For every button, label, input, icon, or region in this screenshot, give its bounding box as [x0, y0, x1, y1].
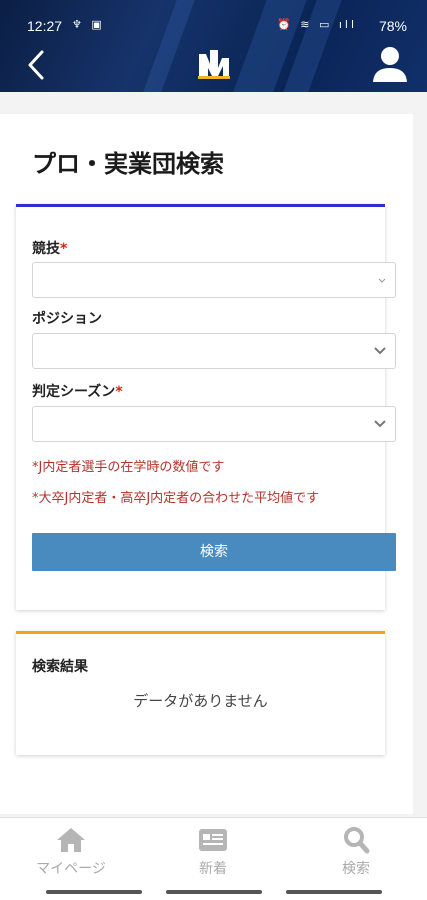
position-field-label: ポジション — [32, 308, 102, 328]
sport-label-text: 競技 — [32, 241, 60, 257]
search-results-panel: 検索結果 データがありません — [16, 631, 385, 755]
user-icon — [373, 47, 407, 82]
position-select[interactable] — [32, 333, 396, 369]
chevron-left-icon — [28, 50, 44, 80]
chevron-down-icon — [378, 278, 386, 283]
nav-label: 新着 — [199, 861, 227, 877]
nav-item-mypage[interactable]: マイページ — [0, 818, 142, 888]
page-title: プロ・実業団検索 — [32, 150, 224, 178]
gesture-handle — [46, 890, 142, 894]
required-mark: * — [115, 384, 123, 400]
note-text: *J内定者選手の在学時の数値です — [32, 460, 225, 475]
system-icons: ⏰ ≋ ▭ ıll — [277, 18, 357, 31]
gesture-handle — [166, 890, 262, 894]
back-button[interactable] — [22, 48, 52, 82]
results-title: 検索結果 — [32, 659, 88, 675]
nav-item-search[interactable]: 検索 — [285, 818, 427, 888]
brand-logo[interactable] — [196, 46, 232, 80]
battery-level: 78% — [378, 18, 407, 34]
season-select[interactable] — [32, 406, 396, 442]
nav-label: マイページ — [36, 861, 106, 877]
status-time: 12:27 — [27, 18, 63, 34]
empty-results-message: データがありません — [133, 692, 268, 710]
brand-logo-icon — [198, 50, 230, 79]
notification-icons: ♆ ▣ — [72, 18, 105, 31]
sport-field-label: 競技* — [32, 238, 67, 258]
sport-select[interactable] — [32, 262, 396, 298]
required-mark: * — [60, 241, 68, 257]
gesture-handle — [286, 890, 382, 894]
status-bar: 12:27 ♆ ▣ ⏰ ≋ ▭ ıll 78% — [0, 0, 427, 36]
search-form-panel: 競技* ポジション 判定シーズン* *J内定者選手の在学時の数値です *大卒J内… — [16, 204, 396, 610]
system-gesture-bar — [0, 887, 427, 900]
note-text: *大卒J内定者・高卒J内定者の合わせた平均値です — [32, 491, 320, 506]
nav-item-news[interactable]: 新着 — [142, 818, 284, 888]
position-label-text: ポジション — [32, 311, 102, 327]
chevron-down-icon — [374, 347, 386, 355]
chevron-down-icon — [374, 420, 386, 428]
app-header: 12:27 ♆ ▣ ⏰ ≋ ▭ ıll 78% — [0, 0, 427, 92]
user-account-button[interactable] — [370, 44, 410, 84]
season-field-label: 判定シーズン* — [32, 381, 123, 401]
nav-label: 検索 — [342, 861, 370, 877]
season-label-text: 判定シーズン — [32, 384, 116, 400]
search-button[interactable]: 検索 — [32, 533, 396, 571]
news-icon — [199, 829, 227, 851]
search-icon — [344, 827, 370, 854]
home-icon — [57, 828, 85, 852]
bottom-navigation: マイページ 新着 検索 — [0, 817, 427, 887]
